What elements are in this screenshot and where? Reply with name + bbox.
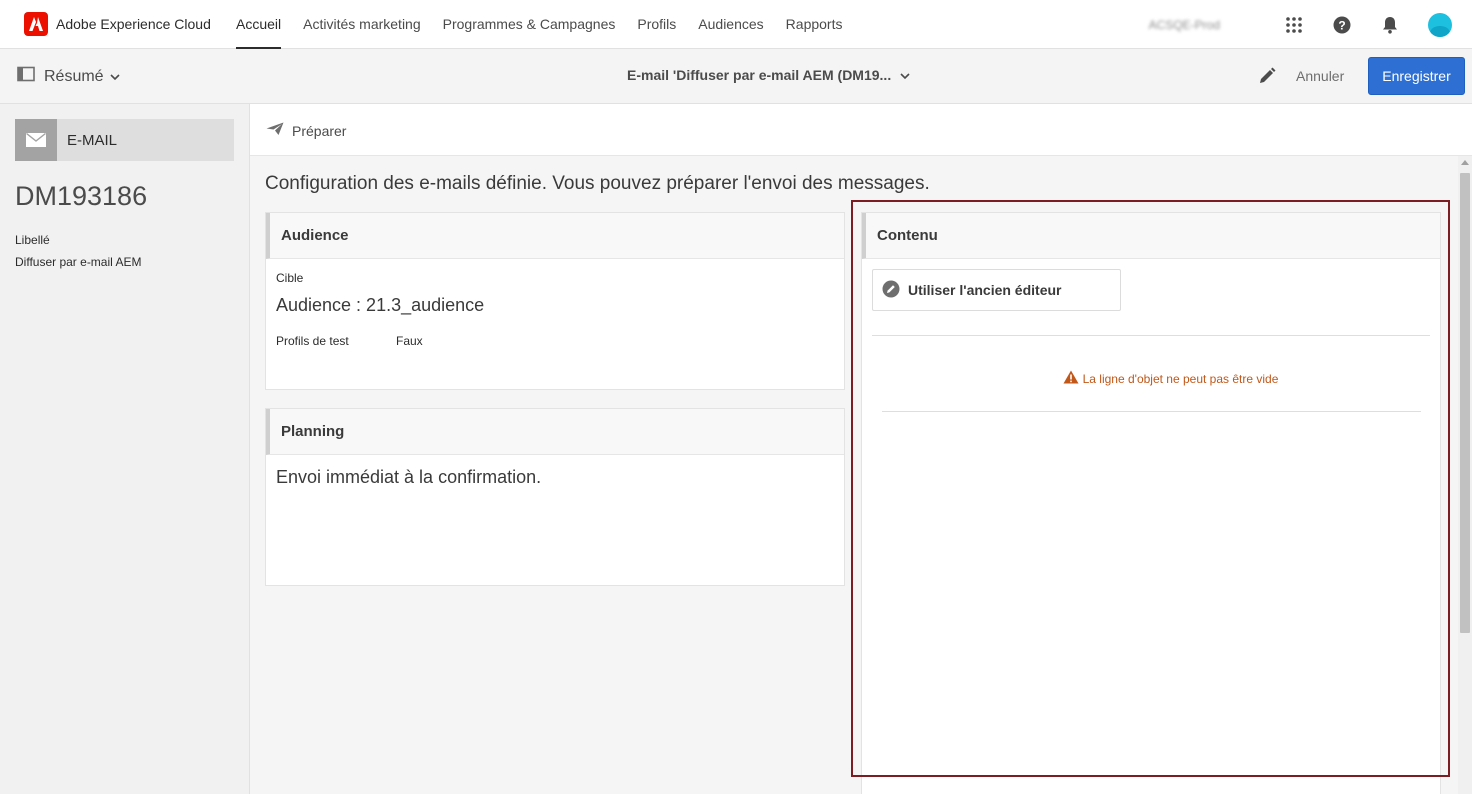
scrollbar-thumb[interactable]: [1460, 173, 1470, 633]
warning-text: La ligne d'objet ne peut pas être vide: [1082, 371, 1279, 386]
subject-warning: La ligne d'objet ne peut pas être vide: [862, 370, 1472, 387]
delivery-id: DM193186: [15, 181, 148, 211]
adobe-logo-icon: [24, 12, 48, 36]
test-profiles-label: Profils de test: [276, 334, 349, 348]
chevron-down-icon: [110, 68, 120, 86]
planning-card-header: Planning: [266, 409, 844, 455]
edit-pencil-icon[interactable]: [1258, 67, 1276, 90]
summary-toggle[interactable]: Résumé: [17, 66, 120, 87]
planning-card[interactable]: Planning Envoi immédiat à la confirmatio…: [265, 408, 845, 586]
main-nav: Accueil Activités marketing Programmes &…: [236, 0, 864, 49]
planning-text: Envoi immédiat à la confirmation.: [276, 467, 542, 487]
label-field-value: Diffuser par e-mail AEM: [15, 255, 142, 269]
save-button[interactable]: Enregistrer: [1368, 57, 1465, 95]
chevron-down-icon: [900, 67, 910, 83]
document-title-dropdown[interactable]: E-mail 'Diffuser par e-mail AEM (DM19...: [627, 67, 910, 83]
nav-activites-marketing[interactable]: Activités marketing: [303, 0, 420, 49]
audience-card-title: Audience: [281, 227, 349, 244]
audience-card-header: Audience: [266, 213, 844, 259]
cancel-button[interactable]: Annuler: [1296, 68, 1344, 84]
brand-name: Adobe Experience Cloud: [56, 16, 211, 32]
paper-plane-icon: [266, 122, 284, 139]
nav-rapports[interactable]: Rapports: [786, 0, 843, 49]
divider: [882, 411, 1421, 412]
summary-label: Résumé: [44, 67, 104, 85]
org-switcher[interactable]: ACSQE-Prod: [1149, 18, 1220, 32]
content-card-title: Contenu: [877, 227, 938, 244]
content-card: Contenu Utiliser l'ancien éditeur La lig…: [861, 212, 1441, 794]
planning-card-title: Planning: [281, 423, 345, 440]
action-bar: Résumé E-mail 'Diffuser par e-mail AEM (…: [0, 49, 1472, 104]
envelope-icon: [15, 119, 57, 161]
help-icon[interactable]: ?: [1332, 15, 1352, 35]
main-toolbar: Préparer: [250, 104, 1472, 156]
nav-profils[interactable]: Profils: [637, 0, 676, 49]
target-value: Audience : 21.3_audience: [276, 295, 485, 315]
nav-programmes-campagnes[interactable]: Programmes & Campagnes: [443, 0, 616, 49]
test-profiles-value: Faux: [396, 334, 423, 348]
label-field-label: Libellé: [15, 233, 50, 247]
pencil-circle-icon: [882, 280, 900, 301]
user-avatar[interactable]: [1428, 12, 1452, 37]
target-label: Cible: [276, 271, 304, 285]
brand[interactable]: Adobe Experience Cloud: [24, 12, 236, 36]
status-message: Configuration des e-mails définie. Vous …: [265, 173, 930, 194]
nav-audiences[interactable]: Audiences: [698, 0, 763, 49]
document-title: E-mail 'Diffuser par e-mail AEM (DM19...: [627, 67, 892, 83]
svg-text:?: ?: [1338, 18, 1345, 32]
legacy-editor-label: Utiliser l'ancien éditeur: [908, 282, 1062, 298]
channel-badge: E-MAIL: [15, 119, 234, 161]
prepare-button[interactable]: Préparer: [266, 122, 346, 139]
apps-grid-icon[interactable]: [1284, 15, 1304, 35]
divider: [872, 335, 1430, 336]
panel-toggle-icon: [17, 66, 35, 87]
content-card-header: Contenu: [862, 213, 1440, 259]
legacy-editor-button[interactable]: Utiliser l'ancien éditeur: [872, 269, 1121, 311]
nav-right: ACSQE-Prod ?: [1149, 0, 1452, 49]
notifications-bell-icon[interactable]: [1380, 15, 1400, 35]
warning-triangle-icon: [1063, 370, 1079, 387]
channel-label: E-MAIL: [67, 131, 118, 149]
main-content: Configuration des e-mails définie. Vous …: [250, 156, 1458, 794]
prepare-label: Préparer: [292, 122, 347, 139]
summary-panel: E-MAIL DM193186 Libellé Diffuser par e-m…: [0, 104, 250, 794]
scroll-up-arrow-icon[interactable]: [1461, 160, 1469, 165]
nav-accueil[interactable]: Accueil: [236, 0, 282, 49]
audience-card[interactable]: Audience Cible Audience : 21.3_audience …: [265, 212, 845, 390]
top-navigation: Adobe Experience Cloud Accueil Activités…: [0, 0, 1472, 49]
